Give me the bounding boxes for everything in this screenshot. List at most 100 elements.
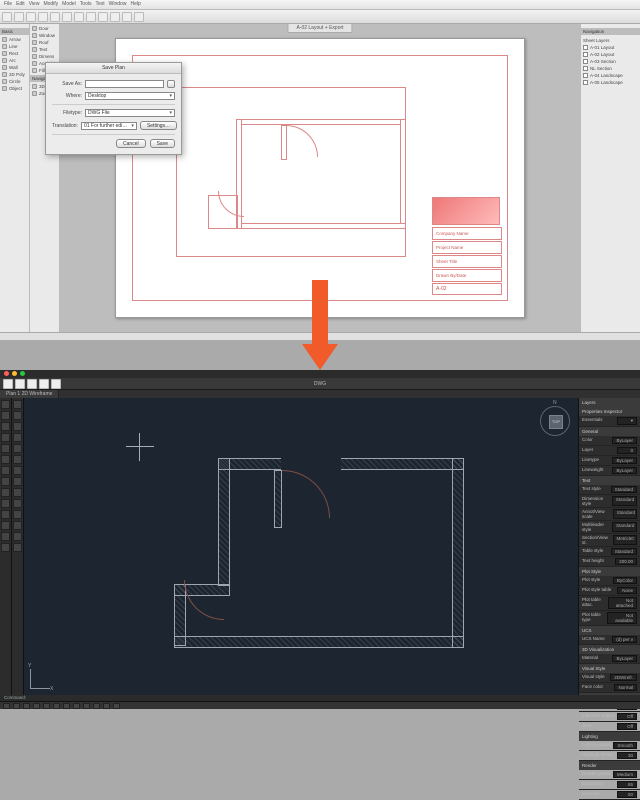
tool-icon[interactable] xyxy=(1,411,10,420)
tool-icon[interactable] xyxy=(13,433,22,442)
toolbar-button[interactable] xyxy=(74,12,84,22)
toolbar-button[interactable] xyxy=(51,379,61,389)
toolbar-button[interactable] xyxy=(98,12,108,22)
prop-value[interactable]: Standard xyxy=(611,548,637,555)
tool-item[interactable]: Circle xyxy=(2,79,27,84)
prop-row[interactable]: UCS Name(d) per v xyxy=(579,635,640,645)
save-as-input[interactable] xyxy=(85,80,164,88)
checkbox-icon[interactable] xyxy=(583,80,588,85)
close-icon[interactable] xyxy=(4,371,9,376)
translation-select[interactable]: 01 For further edi… xyxy=(81,122,137,130)
panel-head[interactable]: 3D Visualization xyxy=(579,645,640,654)
prop-row[interactable]: Text height200.00 xyxy=(579,557,640,567)
sheet-layer-item[interactable]: A-02 Layout xyxy=(583,51,638,58)
status-toggle[interactable] xyxy=(43,703,50,709)
prop-value[interactable]: Standard xyxy=(612,522,637,532)
status-toggle[interactable] xyxy=(13,703,20,709)
drawing-tab[interactable]: Plan 1 2D Wireframe xyxy=(0,390,59,398)
tool-icon[interactable] xyxy=(13,532,22,541)
prop-value[interactable]: ByColor xyxy=(613,577,637,584)
tool-item[interactable]: Door xyxy=(32,26,57,31)
prop-row[interactable]: Contrast50 xyxy=(579,790,640,800)
tool-icon[interactable] xyxy=(1,477,10,486)
tool-icon[interactable] xyxy=(1,444,10,453)
tool-icon[interactable] xyxy=(1,400,10,409)
status-toggle[interactable] xyxy=(33,703,40,709)
checkbox-icon[interactable] xyxy=(583,59,588,64)
prop-row[interactable]: Intersect. edgesOff xyxy=(579,712,640,722)
prop-row[interactable]: Essentials▾ xyxy=(579,416,640,427)
prop-row[interactable]: LineweightByLayer xyxy=(579,466,640,476)
filetype-select[interactable]: DWG File xyxy=(85,109,175,117)
tool-icon[interactable] xyxy=(13,510,22,519)
toolbar-button[interactable] xyxy=(2,12,12,22)
prop-row[interactable]: Multileader styleStandard xyxy=(579,521,640,534)
prop-row[interactable]: Lighting qualitySmooth xyxy=(579,741,640,751)
prop-row[interactable]: Render presetMedium xyxy=(579,770,640,780)
prop-value[interactable]: Standard xyxy=(613,509,637,519)
toolbar-button[interactable] xyxy=(26,12,36,22)
view-cube[interactable]: N TOP xyxy=(540,406,570,444)
tool-icon[interactable] xyxy=(13,422,22,431)
prop-row[interactable]: Plot style tableNone xyxy=(579,586,640,596)
panel-head[interactable]: Visual Style xyxy=(579,664,640,673)
prop-row[interactable]: Plot table typeNot available xyxy=(579,611,640,626)
prop-row[interactable]: Brightness65 xyxy=(579,780,640,790)
tool-icon[interactable] xyxy=(13,444,22,453)
prop-value[interactable]: ByLayer xyxy=(612,655,637,662)
toolbar-button[interactable] xyxy=(122,12,132,22)
prop-value[interactable]: Standard xyxy=(612,496,637,506)
prop-value[interactable]: Smooth xyxy=(613,742,637,749)
tool-item[interactable]: Roof xyxy=(32,40,57,45)
sheet-layer-item[interactable]: A-03 Section xyxy=(583,58,638,65)
status-toggle[interactable] xyxy=(113,703,120,709)
panel-head-layers[interactable]: Layers xyxy=(579,398,640,407)
tool-icon[interactable] xyxy=(1,532,10,541)
prop-value[interactable]: Not attached xyxy=(608,597,637,609)
toolbar-button[interactable] xyxy=(3,379,13,389)
prop-row[interactable]: ColorByLayer xyxy=(579,436,640,446)
tool-item[interactable]: Window xyxy=(32,33,57,38)
menu-item[interactable]: File xyxy=(4,1,12,8)
prop-value[interactable]: 30 xyxy=(617,752,637,759)
panel-head[interactable]: General xyxy=(579,427,640,436)
tool-icon[interactable] xyxy=(1,455,10,464)
tool-icon[interactable] xyxy=(13,400,22,409)
toolbar-button[interactable] xyxy=(134,12,144,22)
save-button[interactable]: Save xyxy=(150,139,175,148)
tool-icon[interactable] xyxy=(1,521,10,530)
checkbox-icon[interactable] xyxy=(583,66,588,71)
tool-item[interactable]: Dimens xyxy=(32,54,57,59)
toolbar-button[interactable] xyxy=(14,12,24,22)
tool-icon[interactable] xyxy=(1,543,10,552)
checkbox-icon[interactable] xyxy=(583,52,588,57)
prop-row[interactable]: Table styleStandard xyxy=(579,547,640,557)
tool-icon[interactable] xyxy=(13,466,22,475)
prop-row[interactable]: Face colorNormal xyxy=(579,683,640,693)
prop-row[interactable]: LinetypeByLayer xyxy=(579,456,640,466)
tool-item[interactable]: 2D Poly xyxy=(2,72,27,77)
menu-item[interactable]: Edit xyxy=(16,1,25,8)
prop-value[interactable]: ByLayer xyxy=(612,437,637,444)
status-toggle[interactable] xyxy=(93,703,100,709)
toolbar-button[interactable] xyxy=(39,379,49,389)
menu-item[interactable]: View xyxy=(29,1,40,8)
sheet-layer-item[interactable]: A-04 Landscape xyxy=(583,72,638,79)
prop-row[interactable]: Layer0 xyxy=(579,446,640,456)
tool-icon[interactable] xyxy=(1,499,10,508)
prop-value[interactable]: Standard xyxy=(611,486,637,493)
prop-value[interactable]: None xyxy=(617,587,637,594)
prop-value[interactable]: 200.00 xyxy=(615,558,637,565)
sheet-layer-item[interactable]: A-01 Layout xyxy=(583,44,638,51)
panel-head-properties[interactable]: Properties Inspector xyxy=(579,407,640,416)
tool-icon[interactable] xyxy=(1,510,10,519)
sheet-layer-item[interactable]: NL Section xyxy=(583,65,638,72)
checkbox-icon[interactable] xyxy=(583,45,588,50)
cancel-button[interactable]: Cancel xyxy=(116,139,146,148)
prop-value[interactable]: Off xyxy=(617,713,637,720)
menu-item[interactable]: Text xyxy=(95,1,104,8)
toolbar-button[interactable] xyxy=(50,12,60,22)
prop-value[interactable]: Off xyxy=(617,723,637,730)
prop-value[interactable]: 2DWirefr. xyxy=(610,674,637,681)
tool-item[interactable]: Arrow xyxy=(2,37,27,42)
